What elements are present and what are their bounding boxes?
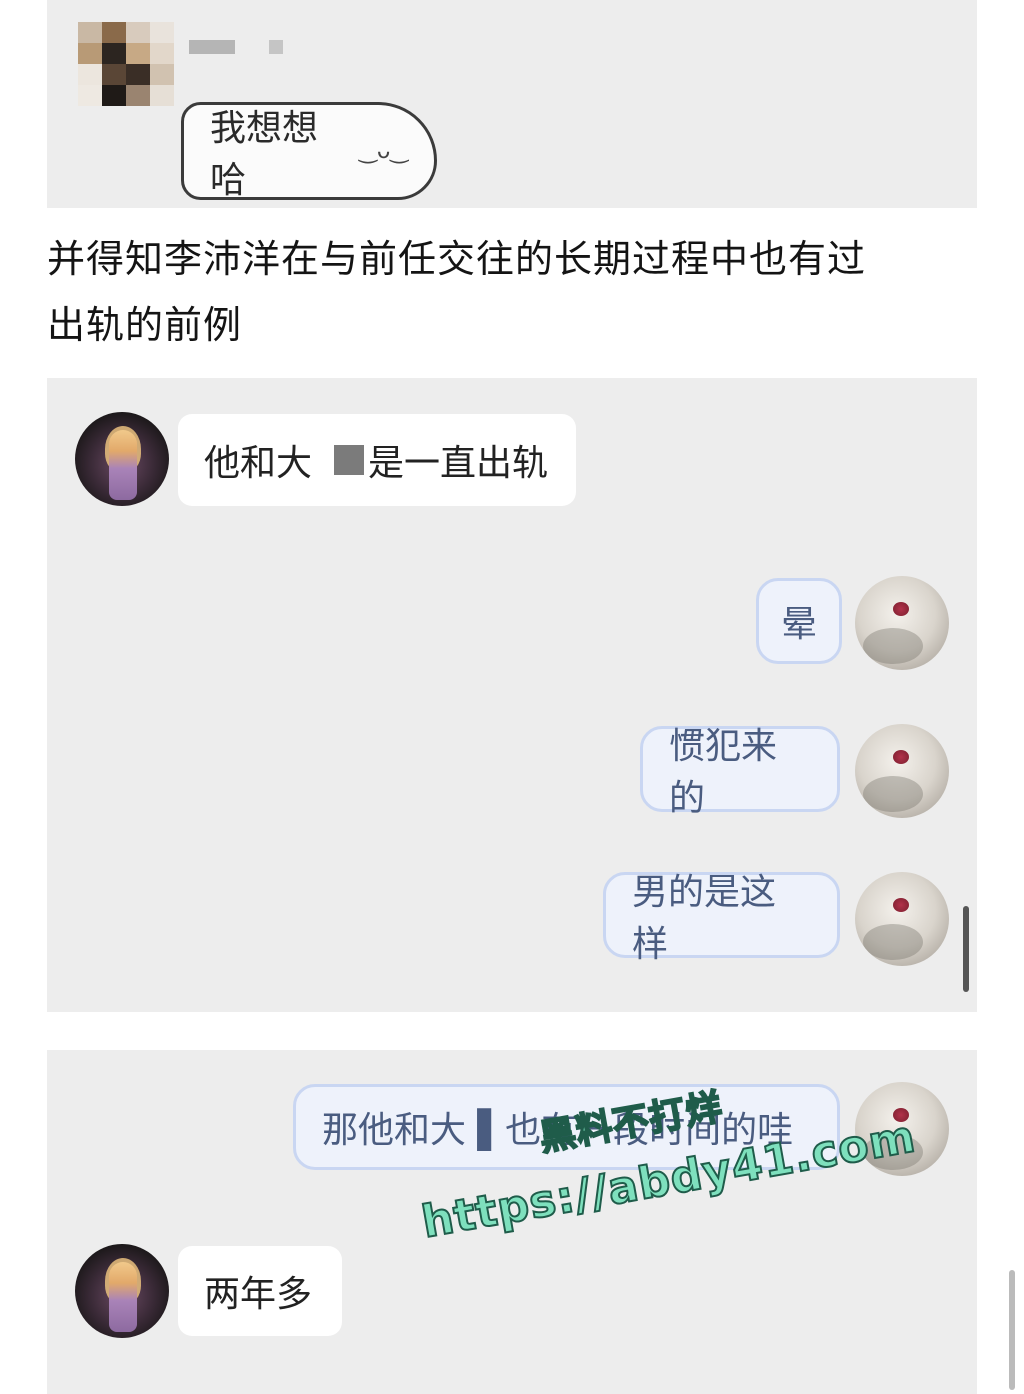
chat-screenshot-1: 我想想哈 ‿ᴗ‿	[47, 0, 977, 208]
bunny-face-icon: ‿ᴗ‿	[359, 138, 408, 164]
avatar-dog	[855, 576, 949, 670]
message-bubble: 两年多	[178, 1246, 342, 1336]
scrollbar-thumb[interactable]	[963, 906, 969, 992]
scrollbar-thumb[interactable]	[1009, 1270, 1015, 1390]
message-bubble: 他和大 是一直出轨	[178, 414, 576, 506]
article-caption: 并得知李沛洋在与前任交往的长期过程中也有过 出轨的前例	[47, 226, 977, 358]
message-bubble: 惯犯来的	[640, 726, 840, 819]
avatar-dog	[855, 724, 949, 818]
nickname-blurred-2	[269, 40, 283, 54]
message-text: 我想想哈	[210, 108, 319, 201]
nickname-blurred	[189, 40, 235, 54]
message-text: 是一直出轨	[368, 443, 549, 484]
message-bubble: 男的是这样	[603, 872, 840, 965]
message-text: 他和大	[204, 443, 313, 484]
message-bubble: 我想想哈 ‿ᴗ‿	[181, 102, 437, 201]
message-text: 晕	[780, 604, 817, 645]
chat-screenshot-2: 他和大 是一直出轨 晕 惯犯来的 男的是这样	[47, 378, 977, 1012]
message-bubble: 晕	[756, 578, 842, 664]
redacted-block	[334, 445, 365, 475]
caption-line-2: 出轨的前例	[47, 303, 243, 347]
avatar-dog	[855, 872, 949, 966]
avatar-girl	[75, 412, 169, 506]
message-text: 男的是这样	[632, 872, 777, 965]
avatar-pixelated	[78, 22, 174, 106]
message-text: 惯犯来的	[669, 726, 778, 819]
caption-line-1: 并得知李沛洋在与前任交往的长期过程中也有过	[47, 237, 867, 281]
avatar-girl	[75, 1244, 169, 1338]
message-text: 两年多	[204, 1274, 313, 1315]
